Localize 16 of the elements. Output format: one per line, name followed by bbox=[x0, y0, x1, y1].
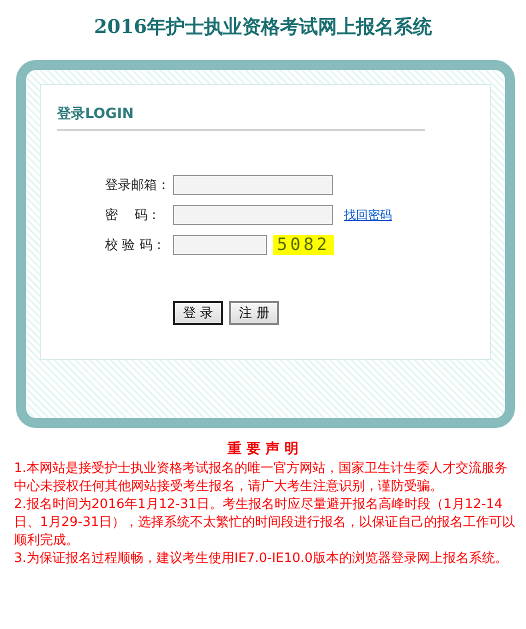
login-heading: 登录LOGIN bbox=[57, 105, 425, 131]
page-title: 2016年护士执业资格考试网上报名系统 bbox=[93, 15, 433, 40]
notice-paragraph: 1.本网站是接受护士执业资格考试报名的唯一官方网站，国家卫生计生委人才交流服务中心未授权任何其他网站接受考生报名，请广大考生注意识别，谨防受骗。 bbox=[14, 460, 508, 496]
notice-paragraph: 2.报名时间为2016年1月12-31日。考生报名时应尽量避开报名高峰时段（1月12-14日、1月29-31日），选择系统不太繁忙的时间段进行报名，以保证自己的报名工作可以顺利完成。 bbox=[14, 496, 516, 550]
field-label: 登录邮箱： bbox=[104, 177, 171, 194]
login-button[interactable]: 登 录 bbox=[173, 301, 224, 325]
captcha-field[interactable] bbox=[173, 235, 267, 255]
captcha-image: 5082 bbox=[273, 235, 334, 255]
field-label: 校 验 码： bbox=[104, 237, 166, 254]
field-label: 密 码： bbox=[104, 207, 162, 224]
recover-password-link[interactable]: 找回密码 bbox=[344, 206, 392, 224]
register-button[interactable]: 注 册 bbox=[229, 301, 280, 325]
notice-paragraph: 3.为保证报名过程顺畅，建议考生使用IE7.0-IE10.0版本的浏览器登录网上报名系统。 bbox=[14, 550, 509, 568]
email-field[interactable] bbox=[173, 175, 333, 195]
password-field[interactable] bbox=[173, 205, 333, 225]
notice-heading: 重 要 声 明 bbox=[226, 440, 300, 458]
